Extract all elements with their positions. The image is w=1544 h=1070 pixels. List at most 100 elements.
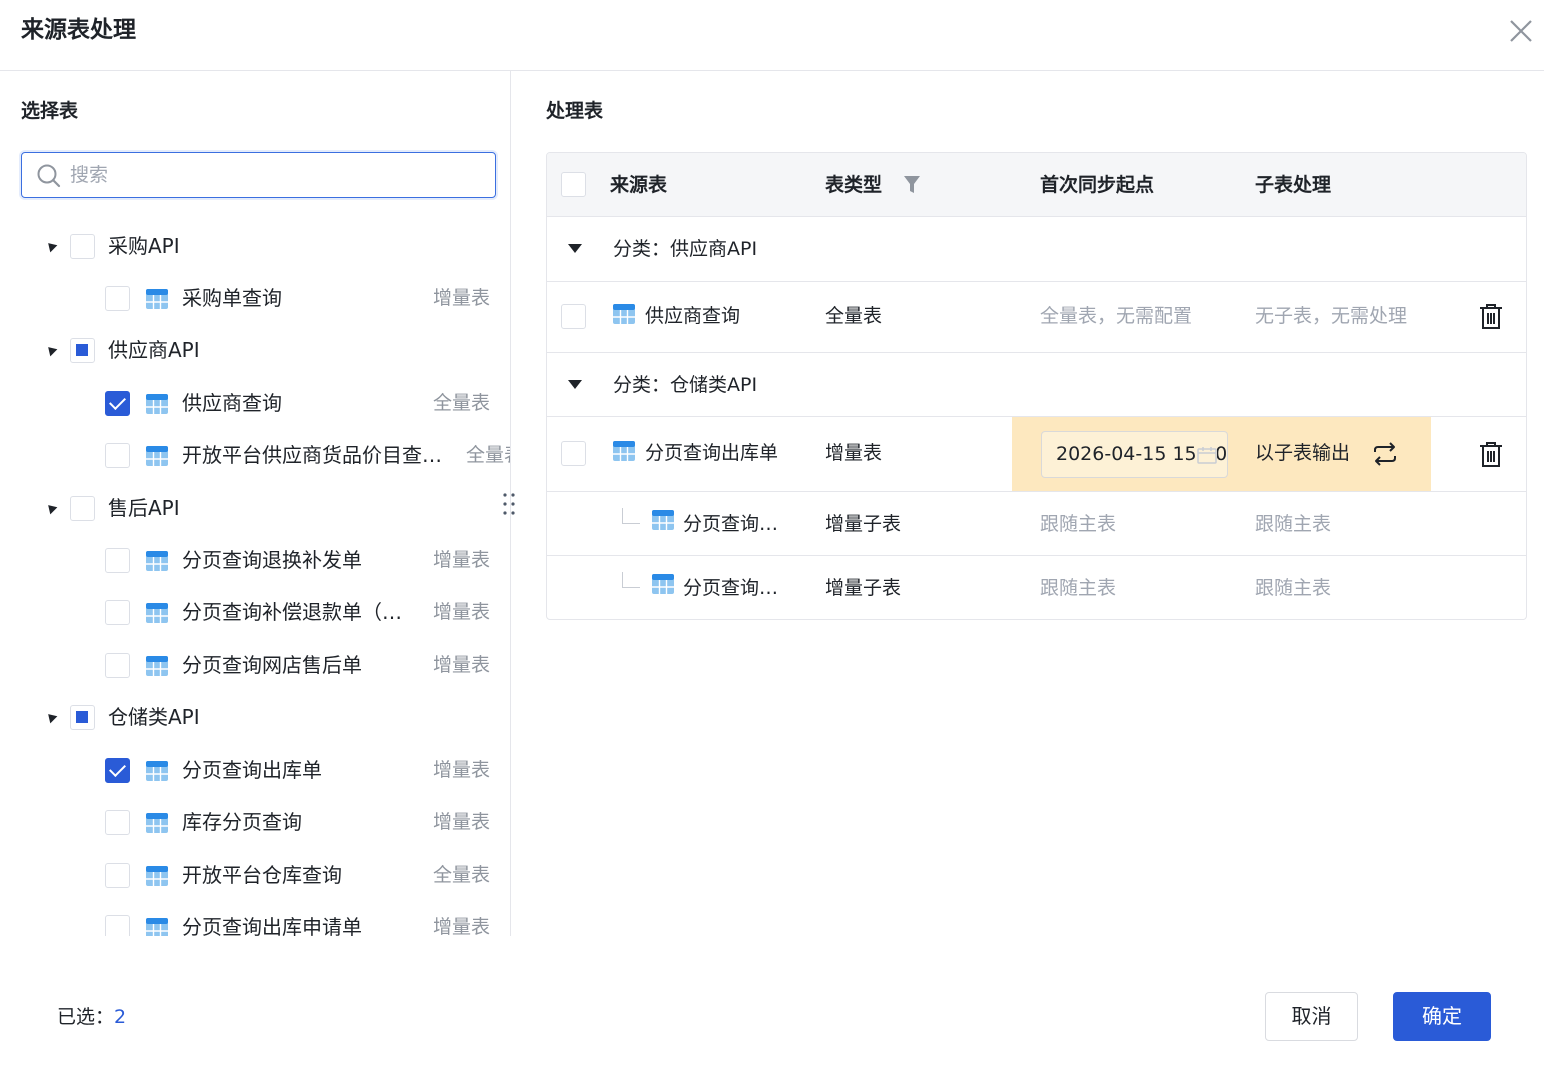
tree-item[interactable]: 分页查询补偿退款单（… 增量表 [0, 586, 510, 638]
child-table-type: 增量子表 [825, 577, 902, 599]
row-table-type: 增量表 [825, 442, 883, 464]
child-sync-start: 跟随主表 [1040, 577, 1117, 599]
tree-connector [622, 508, 640, 524]
tree-checkbox[interactable] [105, 810, 130, 835]
table-icon [146, 394, 168, 414]
table-icon [146, 918, 168, 936]
expand-caret-icon[interactable] [44, 501, 58, 515]
expand-caret-icon[interactable] [44, 239, 58, 253]
process-table-title: 处理表 [546, 100, 604, 122]
table-icon [146, 656, 168, 676]
table-icon [652, 510, 674, 530]
child-table-row: 分页查询… 增量子表 跟随主表 跟随主表 [547, 492, 1526, 556]
process-table: 来源表 表类型 首次同步起点 子表处理 分类：供应商API 供应商查询 全量表 … [546, 152, 1527, 620]
sync-start-date-picker[interactable]: 2026-04-15 15:00:00 [1041, 431, 1228, 478]
row-sub-handling: 以子表输出 [1255, 442, 1351, 464]
switch-icon[interactable] [1372, 442, 1398, 466]
tree-group-label: 仓储类API [108, 705, 200, 729]
tree-group-supplier[interactable]: 供应商API [0, 324, 510, 376]
table-icon [146, 551, 168, 571]
tree-group-label: 售后API [108, 496, 180, 520]
group-row-warehouse[interactable]: 分类：仓储类API [547, 353, 1526, 417]
expand-caret-icon[interactable] [44, 710, 58, 724]
table-icon [613, 441, 635, 461]
filter-icon[interactable] [903, 175, 921, 195]
child-table-row: 分页查询… 增量子表 跟随主表 跟随主表 [547, 556, 1526, 619]
table-row: 供应商查询 全量表 全量表，无需配置 无子表，无需处理 [547, 282, 1526, 353]
tree-item-type: 增量表 [433, 654, 491, 676]
tree-checkbox[interactable] [70, 496, 95, 521]
child-table-type: 增量子表 [825, 513, 902, 535]
table-header: 来源表 表类型 首次同步起点 子表处理 [547, 153, 1526, 217]
calendar-icon[interactable] [1197, 446, 1217, 464]
col-source: 来源表 [610, 174, 668, 196]
resize-handle-icon[interactable] [500, 492, 518, 516]
tree-item-label: 开放平台仓库查询 [182, 863, 342, 887]
close-icon[interactable] [1506, 16, 1536, 46]
table-tree: 采购API 采购单查询 增量表 供应商API 供应商查询 全量表 开放平台供应商… [0, 220, 510, 936]
child-sync-start: 跟随主表 [1040, 513, 1117, 535]
tree-item[interactable]: 开放平台供应商货品价目查… 全量表 [0, 429, 510, 481]
tree-item-label: 分页查询出库单 [182, 758, 322, 782]
row-sub-handling: 无子表，无需处理 [1255, 305, 1408, 327]
cancel-button[interactable]: 取消 [1265, 992, 1358, 1041]
tree-checkbox[interactable] [105, 758, 130, 783]
tree-item-label: 采购单查询 [182, 286, 282, 310]
table-icon [146, 603, 168, 623]
delete-icon[interactable] [1478, 441, 1504, 469]
collapse-caret-icon[interactable] [568, 244, 582, 253]
tree-checkbox[interactable] [105, 915, 130, 936]
tree-checkbox[interactable] [105, 863, 130, 888]
group-label: 分类：供应商API [613, 238, 758, 260]
tree-checkbox[interactable] [105, 286, 130, 311]
tree-item[interactable]: 分页查询出库单 增量表 [0, 744, 510, 796]
tree-item[interactable]: 供应商查询 全量表 [0, 377, 510, 429]
tree-checkbox[interactable] [105, 443, 130, 468]
col-sync-start: 首次同步起点 [1040, 174, 1155, 196]
group-row-supplier[interactable]: 分类：供应商API [547, 217, 1526, 282]
tree-item-type: 增量表 [433, 759, 491, 781]
row-checkbox[interactable] [561, 441, 586, 466]
tree-checkbox[interactable] [105, 548, 130, 573]
tree-checkbox[interactable] [70, 338, 95, 363]
tree-item[interactable]: 分页查询出库申请单 增量表 [0, 901, 510, 936]
tree-item[interactable]: 采购单查询 增量表 [0, 272, 510, 324]
row-sync-start: 全量表，无需配置 [1040, 305, 1193, 327]
table-icon [613, 304, 635, 324]
child-source-name: 分页查询… [683, 577, 779, 599]
row-checkbox[interactable] [561, 304, 586, 329]
delete-icon[interactable] [1478, 303, 1504, 331]
tree-item-type: 增量表 [433, 287, 491, 309]
selected-label: 已选： [57, 1006, 115, 1028]
expand-caret-icon[interactable] [44, 343, 58, 357]
tree-item-type: 增量表 [433, 916, 491, 936]
tree-item[interactable]: 分页查询网店售后单 增量表 [0, 639, 510, 691]
tree-group-aftersale[interactable]: 售后API [0, 482, 510, 534]
tree-item[interactable]: 库存分页查询 增量表 [0, 796, 510, 848]
select-all-checkbox[interactable] [561, 172, 586, 197]
tree-item[interactable]: 开放平台仓库查询 全量表 [0, 849, 510, 901]
tree-group-warehouse[interactable]: 仓储类API [0, 691, 510, 743]
search-box[interactable] [21, 152, 496, 198]
tree-group-label: 采购API [108, 234, 180, 258]
tree-item-type: 全量表 [466, 444, 510, 466]
search-icon [37, 164, 61, 188]
search-input[interactable] [70, 159, 480, 191]
tree-connector [622, 572, 640, 588]
col-type: 表类型 [825, 174, 883, 196]
tree-checkbox[interactable] [105, 391, 130, 416]
tree-item-label: 供应商查询 [182, 391, 282, 415]
tree-item-type: 增量表 [433, 811, 491, 833]
collapse-caret-icon[interactable] [568, 380, 582, 389]
col-sub-table: 子表处理 [1255, 174, 1332, 196]
tree-checkbox[interactable] [105, 653, 130, 678]
tree-checkbox[interactable] [70, 234, 95, 259]
tree-item[interactable]: 分页查询退换补发单 增量表 [0, 534, 510, 586]
tree-checkbox[interactable] [105, 600, 130, 625]
tree-group-purchase[interactable]: 采购API [0, 220, 510, 272]
row-source-name: 供应商查询 [645, 305, 741, 327]
dialog-header: 来源表处理 [0, 0, 1544, 71]
confirm-button[interactable]: 确定 [1393, 992, 1491, 1041]
tree-checkbox[interactable] [70, 705, 95, 730]
tree-item-type: 全量表 [433, 392, 491, 414]
